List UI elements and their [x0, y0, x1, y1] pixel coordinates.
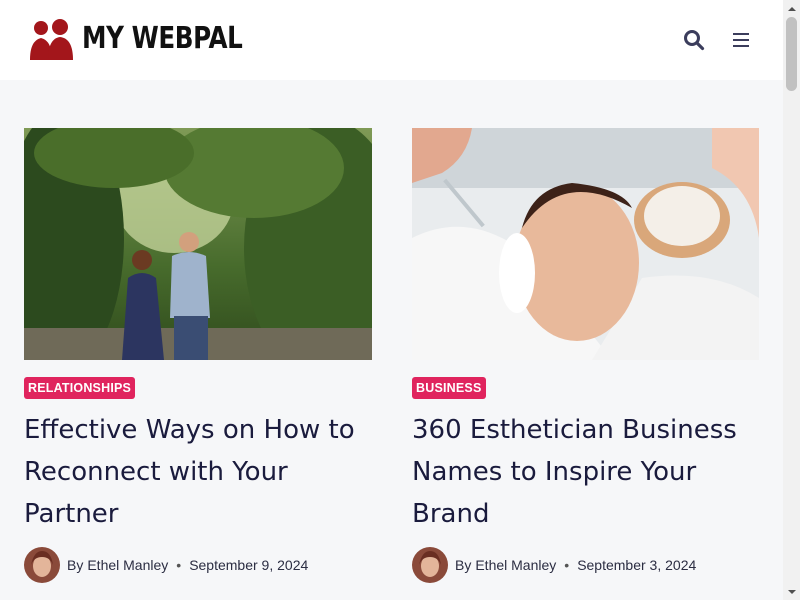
post-date: September 3, 2024 — [577, 557, 697, 573]
post-card: RELATIONSHIPS Effective Ways on How to R… — [24, 128, 372, 583]
post-meta: By Ethel Manley • September 3, 2024 — [412, 547, 696, 583]
byline-label: By — [67, 557, 84, 573]
post-meta: By Ethel Manley • September 9, 2024 — [24, 547, 308, 583]
post-image-couple-walking[interactable] — [24, 128, 372, 360]
author-avatar[interactable] — [412, 547, 448, 583]
scroll-down-button[interactable] — [783, 583, 800, 600]
arrow-down-icon — [787, 589, 796, 594]
search-button[interactable] — [682, 28, 706, 52]
post-title[interactable]: Effective Ways on How to Reconnect with … — [24, 409, 384, 535]
arrow-up-icon — [787, 6, 796, 11]
site-header: MY WEBPAL — [0, 0, 783, 80]
meta-separator: • — [564, 557, 570, 573]
author-name[interactable]: Ethel Manley — [87, 557, 168, 573]
post-image-facial-treatment[interactable] — [412, 128, 759, 360]
hamburger-menu-icon — [733, 33, 749, 47]
vertical-scrollbar[interactable] — [783, 0, 800, 600]
byline-label: By — [455, 557, 472, 573]
post-card: BUSINESS 360 Esthetician Business Names … — [412, 128, 759, 583]
site-logo[interactable]: MY WEBPAL — [28, 18, 278, 60]
author-name[interactable]: Ethel Manley — [475, 557, 556, 573]
two-people-silhouette-icon — [30, 19, 73, 60]
scroll-up-button[interactable] — [783, 0, 800, 17]
category-badge[interactable]: RELATIONSHIPS — [24, 377, 136, 399]
search-icon — [684, 30, 705, 51]
author-avatar[interactable] — [24, 547, 60, 583]
menu-toggle-button[interactable] — [730, 30, 752, 50]
logo-text: MY WEBPAL — [82, 21, 243, 56]
meta-separator: • — [176, 557, 182, 573]
post-title[interactable]: 360 Esthetician Business Names to Inspir… — [412, 409, 772, 535]
category-badge[interactable]: BUSINESS — [412, 377, 486, 399]
post-date: September 9, 2024 — [189, 557, 309, 573]
scrollbar-thumb[interactable] — [786, 17, 797, 91]
